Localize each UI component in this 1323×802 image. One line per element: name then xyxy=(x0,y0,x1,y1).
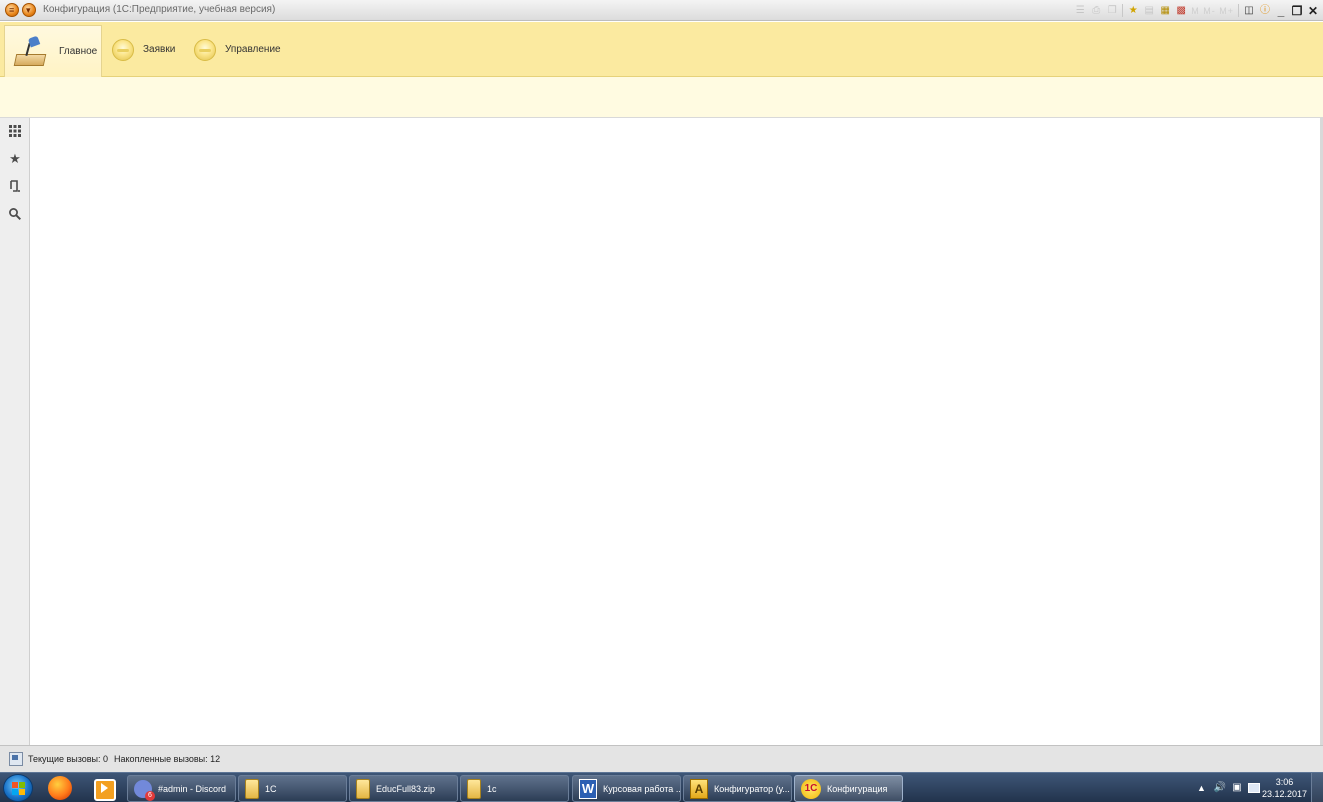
left-toolbar: ★ xyxy=(0,118,30,745)
configurator-icon: A xyxy=(690,778,708,799)
taskbar-label: EducFull83.zip xyxy=(376,783,436,794)
functions-panel xyxy=(0,77,1323,118)
memory-display: M M- M+ xyxy=(1191,5,1234,16)
folder-icon xyxy=(467,778,481,799)
taskbar-item[interactable]: 1c xyxy=(460,775,569,802)
section-bulb-icon xyxy=(112,38,134,61)
work-area[interactable] xyxy=(31,118,1320,745)
down-arrow-circle-icon[interactable]: ▾ xyxy=(22,3,36,17)
firefox-icon[interactable] xyxy=(48,776,72,800)
restore-icon[interactable]: ❐ xyxy=(1291,5,1303,17)
word-icon: W xyxy=(579,778,597,799)
start-button[interactable] xyxy=(3,774,33,802)
performance-icon[interactable] xyxy=(9,752,23,766)
favorites-icon[interactable]: ★ xyxy=(1127,5,1139,17)
taskbar-label: #admin - Discord xyxy=(158,783,227,794)
taskbar-label: 1C xyxy=(265,783,277,794)
clock-time: 3:06 xyxy=(1275,777,1294,787)
divider xyxy=(1238,4,1239,17)
taskbar-label: Курсовая работа ... xyxy=(603,783,681,794)
section-label: Главное xyxy=(59,46,98,57)
calendar-icon[interactable]: ▩ xyxy=(1175,5,1187,17)
divider xyxy=(1122,4,1124,17)
current-calls: Текущие вызовы: 0 xyxy=(28,754,109,764)
folder-icon xyxy=(356,778,370,799)
taskbar-item[interactable]: 1С Конфигурация xyxy=(794,775,903,802)
volume-icon[interactable]: 🔊 xyxy=(1214,782,1226,794)
info-icon[interactable]: ⓘ xyxy=(1259,5,1271,17)
title-bar: ≡ ▾ Конфигурация (1С:Предприятие, учебна… xyxy=(0,0,1323,21)
close-icon[interactable]: ✕ xyxy=(1307,5,1319,17)
section-bulb-icon xyxy=(194,38,216,61)
taskbar-item[interactable]: A Конфигуратор (у... xyxy=(683,775,792,802)
section-management[interactable]: Управление xyxy=(194,22,281,77)
copy-icon[interactable]: ❐ xyxy=(1106,5,1118,17)
section-label: Заявки xyxy=(143,44,176,55)
taskbar-item[interactable]: 1C xyxy=(238,775,347,802)
title-toolbar: ☰ ⎙ ❐ ★ ▤ ▦ ▩ M M- M+ ◫ ⓘ _ ❐ ✕ xyxy=(1074,2,1319,19)
list-icon[interactable]: ☰ xyxy=(1074,5,1086,17)
show-hidden-icons-icon[interactable]: ▲ xyxy=(1197,783,1206,793)
menu-circle-icon[interactable]: ≡ xyxy=(5,3,19,17)
windows-taskbar: #admin - Discord 1C EducFull83.zip 1c W … xyxy=(0,772,1323,802)
clock[interactable]: 3:06 23.12.2017 xyxy=(1262,776,1307,800)
search-icon[interactable] xyxy=(8,207,22,221)
folder-icon xyxy=(245,778,259,799)
taskbar-item[interactable]: EducFull83.zip xyxy=(349,775,458,802)
window-title: Конфигурация (1С:Предприятие, учебная ве… xyxy=(43,4,276,15)
print-icon[interactable]: ⎙ xyxy=(1090,5,1102,17)
calculator-icon[interactable]: ▦ xyxy=(1159,5,1171,17)
all-functions-icon[interactable] xyxy=(8,124,22,138)
taskbar-item[interactable]: #admin - Discord xyxy=(127,775,236,802)
sections-panel: Главное Заявки Управление xyxy=(0,22,1323,77)
action-center-icon[interactable] xyxy=(1247,783,1260,793)
accumulated-calls: Накопленные вызовы: 12 xyxy=(114,754,221,764)
history-icon[interactable] xyxy=(8,179,22,193)
panels-icon[interactable]: ◫ xyxy=(1243,5,1255,17)
taskbar-item[interactable]: W Курсовая работа ... xyxy=(572,775,681,802)
section-label: Управление xyxy=(225,44,281,55)
status-bar: Текущие вызовы: 0 Накопленные вызовы: 12 xyxy=(0,745,1323,772)
clock-date: 23.12.2017 xyxy=(1261,789,1307,799)
1c-icon: 1С xyxy=(801,778,821,799)
show-desktop-button[interactable] xyxy=(1311,773,1323,802)
network-icon[interactable]: ▣ xyxy=(1231,782,1243,794)
taskbar-label: Конфигуратор (у... xyxy=(714,783,790,794)
discord-icon xyxy=(134,779,155,801)
favorites-star-icon[interactable]: ★ xyxy=(8,152,22,166)
section-requests[interactable]: Заявки xyxy=(112,22,175,77)
desk-lamp-icon xyxy=(13,35,49,69)
media-player-icon[interactable] xyxy=(91,776,117,801)
minimize-icon[interactable]: _ xyxy=(1275,5,1287,17)
taskbar-label: 1c xyxy=(487,783,497,794)
taskbar-label: Конфигурация xyxy=(827,783,888,794)
document-icon[interactable]: ▤ xyxy=(1143,5,1155,17)
section-main[interactable]: Главное xyxy=(4,25,102,77)
